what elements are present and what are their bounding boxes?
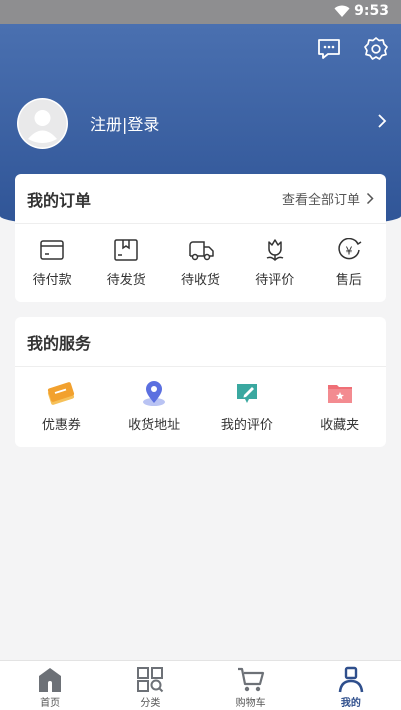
review-pen-icon xyxy=(236,384,257,403)
cart-icon xyxy=(237,667,264,692)
status-bar: 9:53 xyxy=(0,0,401,24)
order-item-label: 售后 xyxy=(335,273,362,288)
my-services-card: 我的服务 优惠券 收货地址 我的评价 收藏夹 xyxy=(15,317,386,447)
category-grid-icon xyxy=(137,667,164,693)
tab-label: 分类 xyxy=(140,698,161,709)
orders-title: 我的订单 xyxy=(27,190,92,210)
location-pin-icon xyxy=(143,381,166,406)
tab-mine[interactable]: 我的 xyxy=(301,661,401,710)
service-item-label: 我的评价 xyxy=(220,418,273,433)
services-header: 我的服务 xyxy=(15,317,386,367)
my-orders-card: 我的订单 查看全部订单 待付款 待发货 待收货 待评价 ¥ 售后 xyxy=(15,174,386,302)
order-pending-receipt[interactable]: 待收货 xyxy=(163,224,237,302)
service-favorites[interactable]: 收藏夹 xyxy=(293,367,386,445)
truck-icon xyxy=(188,241,214,261)
package-icon xyxy=(114,239,139,261)
wallet-icon xyxy=(40,240,64,260)
view-all-orders-label: 查看全部订单 xyxy=(281,193,360,208)
settings-gear-icon[interactable] xyxy=(363,36,389,62)
orders-header: 我的订单 查看全部订单 xyxy=(15,174,386,224)
tab-cart[interactable]: 购物车 xyxy=(201,661,301,710)
user-icon xyxy=(338,666,364,693)
login-register-link[interactable]: 注册|登录 xyxy=(90,111,159,135)
svg-text:¥: ¥ xyxy=(345,245,352,258)
chevron-right-icon xyxy=(366,192,374,205)
view-all-orders-link[interactable]: 查看全部订单 xyxy=(282,189,374,208)
coupon-icon xyxy=(48,382,75,405)
service-item-label: 优惠券 xyxy=(41,418,81,433)
service-coupons[interactable]: 优惠券 xyxy=(15,367,108,445)
tab-label: 首页 xyxy=(40,698,61,709)
order-pending-payment[interactable]: 待付款 xyxy=(15,224,89,302)
service-my-reviews[interactable]: 我的评价 xyxy=(201,367,294,445)
message-icon[interactable] xyxy=(316,36,342,62)
profile-login-row[interactable]: 注册|登录 xyxy=(17,97,387,149)
tab-home[interactable]: 首页 xyxy=(0,661,100,710)
chevron-right-icon xyxy=(378,114,387,128)
order-after-sales[interactable]: ¥ 售后 xyxy=(312,224,386,302)
tab-label: 我的 xyxy=(340,698,361,709)
flower-icon xyxy=(266,239,284,262)
order-pending-shipment[interactable]: 待发货 xyxy=(89,224,163,302)
order-item-label: 待发货 xyxy=(106,273,146,288)
yen-refund-icon: ¥ xyxy=(338,238,362,260)
service-shipping-address[interactable]: 收货地址 xyxy=(108,367,201,445)
order-item-label: 待付款 xyxy=(32,273,72,288)
favorites-folder-icon xyxy=(327,385,352,403)
service-item-label: 收藏夹 xyxy=(320,418,360,433)
status-time: 9:53 xyxy=(354,3,389,19)
avatar[interactable] xyxy=(17,97,68,149)
default-avatar-icon xyxy=(18,99,67,147)
bottom-tab-bar: 首页 分类 购物车 我的 xyxy=(0,660,401,710)
home-icon xyxy=(39,668,62,692)
tab-category[interactable]: 分类 xyxy=(100,661,200,710)
wifi-icon xyxy=(334,5,350,17)
order-item-label: 待收货 xyxy=(181,273,221,288)
services-title: 我的服务 xyxy=(27,333,92,353)
tab-label: 购物车 xyxy=(235,698,266,709)
order-item-label: 待评价 xyxy=(255,273,295,288)
service-item-label: 收货地址 xyxy=(128,418,181,433)
order-pending-review[interactable]: 待评价 xyxy=(238,224,312,302)
